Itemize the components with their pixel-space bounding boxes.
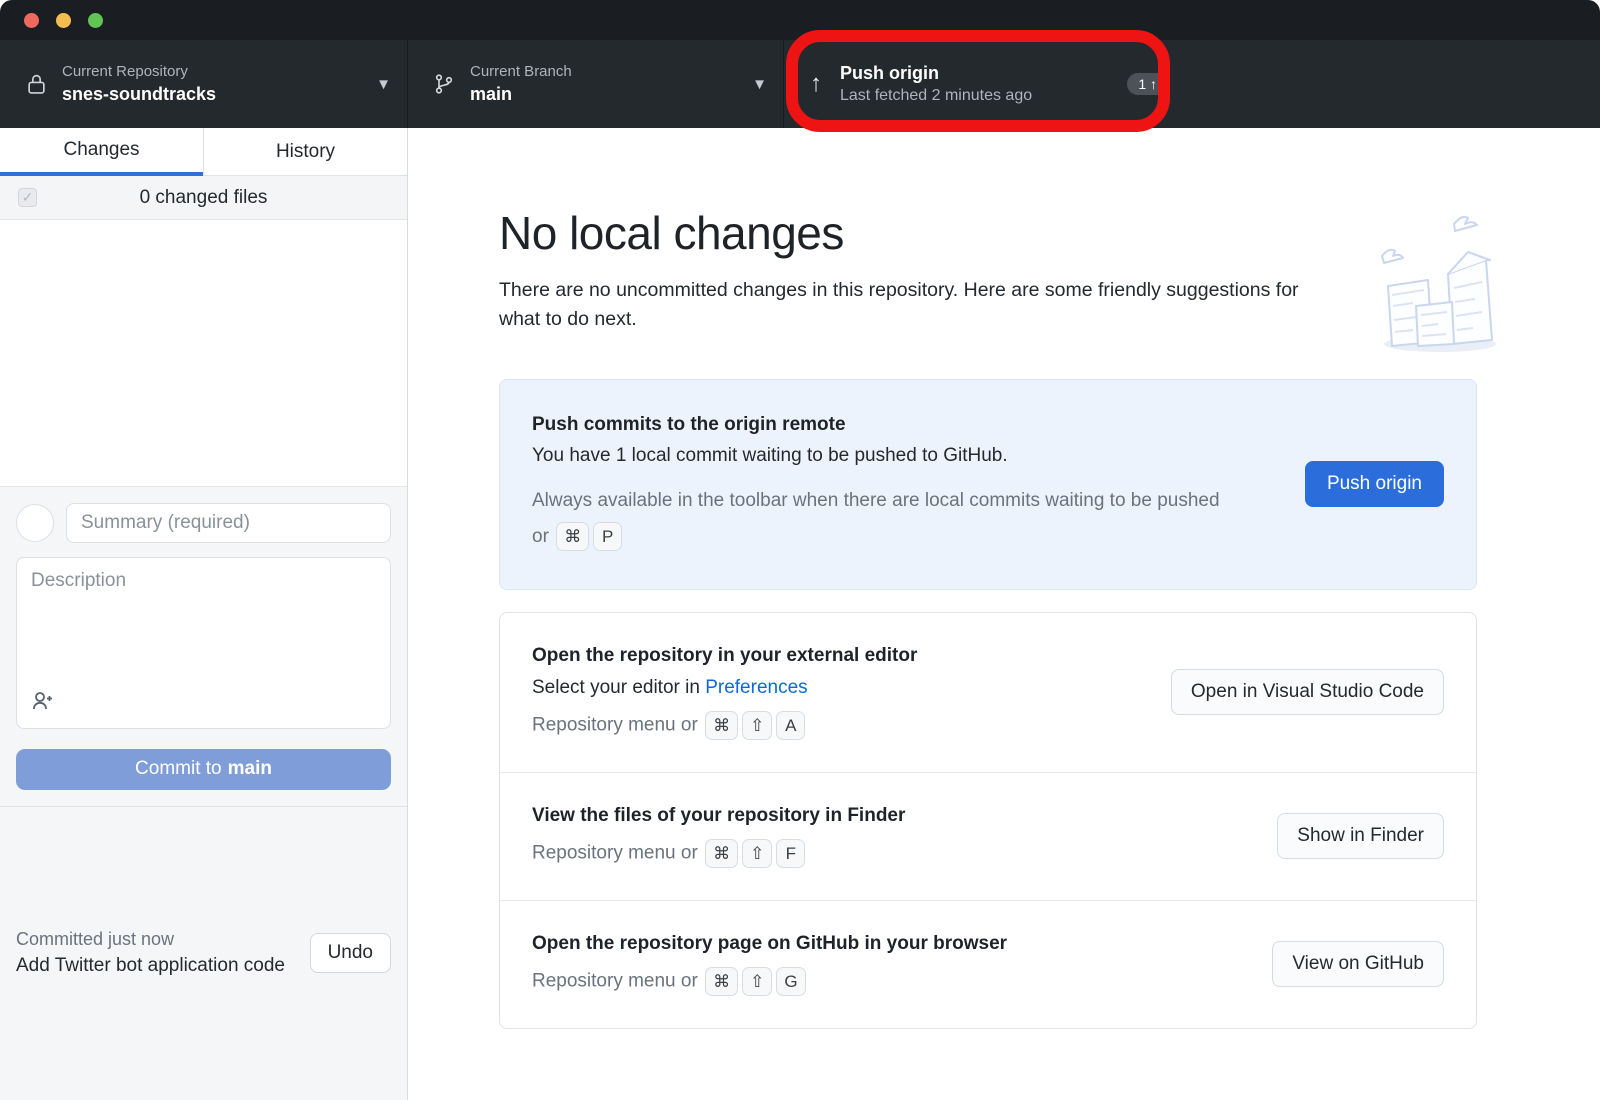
tab-history[interactable]: History xyxy=(203,128,407,176)
show-in-finder-button[interactable]: Show in Finder xyxy=(1277,813,1444,859)
view-on-github-hint: Repository menu or ⌘⇧G xyxy=(532,967,1007,996)
chevron-down-icon: ▼ xyxy=(376,76,391,93)
cmd-key: ⌘ xyxy=(705,967,738,996)
preferences-link[interactable]: Preferences xyxy=(705,677,807,698)
commit-to-main-button[interactable]: Commit tomain xyxy=(16,749,391,790)
select-all-checkbox[interactable]: ✓ xyxy=(18,188,37,207)
cmd-key: ⌘ xyxy=(705,711,738,740)
push-card-title: Push commits to the origin remote xyxy=(532,414,1232,436)
open-editor-title: Open the repository in your external edi… xyxy=(532,645,917,667)
push-origin-button[interactable]: Push origin xyxy=(1305,461,1444,507)
add-coauthor-icon[interactable] xyxy=(31,700,55,717)
a-key: A xyxy=(776,711,805,740)
undo-button[interactable]: Undo xyxy=(310,933,391,973)
current-branch-label: Current Branch xyxy=(470,62,744,82)
push-origin-subtitle: Last fetched 2 minutes ago xyxy=(840,85,1109,107)
arrow-up-icon: ↑ xyxy=(810,70,822,98)
paper-stack-illustration xyxy=(1370,194,1500,364)
view-on-github-row: Open the repository page on GitHub in yo… xyxy=(500,900,1476,1028)
commit-summary-input[interactable] xyxy=(66,503,391,543)
current-repository-value: snes-soundtracks xyxy=(62,82,368,106)
page-subtitle: There are no uncommitted changes in this… xyxy=(499,276,1334,335)
show-in-finder-row: View the files of your repository in Fin… xyxy=(500,772,1476,900)
minimize-window-button[interactable] xyxy=(56,13,71,28)
shift-key: ⇧ xyxy=(742,967,772,996)
open-editor-line: Select your editor in Preferences xyxy=(532,677,917,699)
tab-changes[interactable]: Changes xyxy=(0,128,203,176)
current-repository-button[interactable]: Current Repository snes-soundtracks ▼ xyxy=(0,40,408,128)
push-count-badge: 1 ↑ xyxy=(1127,73,1168,95)
push-origin-toolbar-button[interactable]: ↑ Push origin Last fetched 2 minutes ago… xyxy=(784,40,1184,128)
sidebar-tabs: Changes History xyxy=(0,128,407,176)
push-card-line: You have 1 local commit waiting to be pu… xyxy=(532,445,1232,467)
git-branch-icon xyxy=(434,72,470,96)
chevron-down-icon: ▼ xyxy=(752,76,767,93)
open-editor-hint: Repository menu or ⌘⇧A xyxy=(532,711,917,740)
commit-status-text: Committed just now xyxy=(16,929,285,950)
zoom-window-button[interactable] xyxy=(88,13,103,28)
current-repository-label: Current Repository xyxy=(62,62,368,82)
changed-files-header: ✓ 0 changed files xyxy=(0,176,407,220)
show-in-finder-hint: Repository menu or ⌘⇧F xyxy=(532,839,905,868)
cmd-key: ⌘ xyxy=(705,839,738,868)
shift-key: ⇧ xyxy=(742,711,772,740)
undo-commit-bar: Committed just now Add Twitter bot appli… xyxy=(0,806,407,1100)
commit-description-input[interactable] xyxy=(31,570,376,689)
last-commit-message: Add Twitter bot application code xyxy=(16,955,285,977)
sidebar: Changes History ✓ 0 changed files xyxy=(0,128,408,1100)
view-on-github-title: Open the repository page on GitHub in yo… xyxy=(532,933,1007,955)
f-key: F xyxy=(776,839,805,868)
github-desktop-window: Current Repository snes-soundtracks ▼ Cu… xyxy=(0,0,1600,1100)
shift-key: ⇧ xyxy=(742,839,772,868)
lock-icon xyxy=(26,72,62,96)
g-key: G xyxy=(776,967,805,996)
titlebar xyxy=(0,0,1600,40)
main-content: No local changes There are no uncommitte… xyxy=(408,128,1600,1100)
open-editor-row: Open the repository in your external edi… xyxy=(500,613,1476,772)
push-card-hint: Always available in the toolbar when the… xyxy=(532,483,1232,555)
push-origin-title: Push origin xyxy=(840,61,1109,85)
changes-file-list xyxy=(0,220,407,486)
open-in-vscode-button[interactable]: Open in Visual Studio Code xyxy=(1171,669,1444,715)
show-in-finder-title: View the files of your repository in Fin… xyxy=(532,805,905,827)
p-key: P xyxy=(593,522,622,551)
close-window-button[interactable] xyxy=(24,13,39,28)
cmd-key: ⌘ xyxy=(556,522,589,551)
current-branch-value: main xyxy=(470,82,744,106)
page-title: No local changes xyxy=(499,206,1477,260)
commit-panel: Commit tomain xyxy=(0,486,407,806)
commit-description-box xyxy=(16,557,391,729)
push-commits-card: Push commits to the origin remote You ha… xyxy=(499,379,1477,590)
view-on-github-button[interactable]: View on GitHub xyxy=(1272,941,1444,987)
changed-files-count: 0 changed files xyxy=(140,187,268,209)
current-branch-button[interactable]: Current Branch main ▼ xyxy=(408,40,784,128)
toolbar: Current Repository snes-soundtracks ▼ Cu… xyxy=(0,40,1600,128)
avatar xyxy=(16,504,54,542)
suggestions-card: Open the repository in your external edi… xyxy=(499,612,1477,1029)
